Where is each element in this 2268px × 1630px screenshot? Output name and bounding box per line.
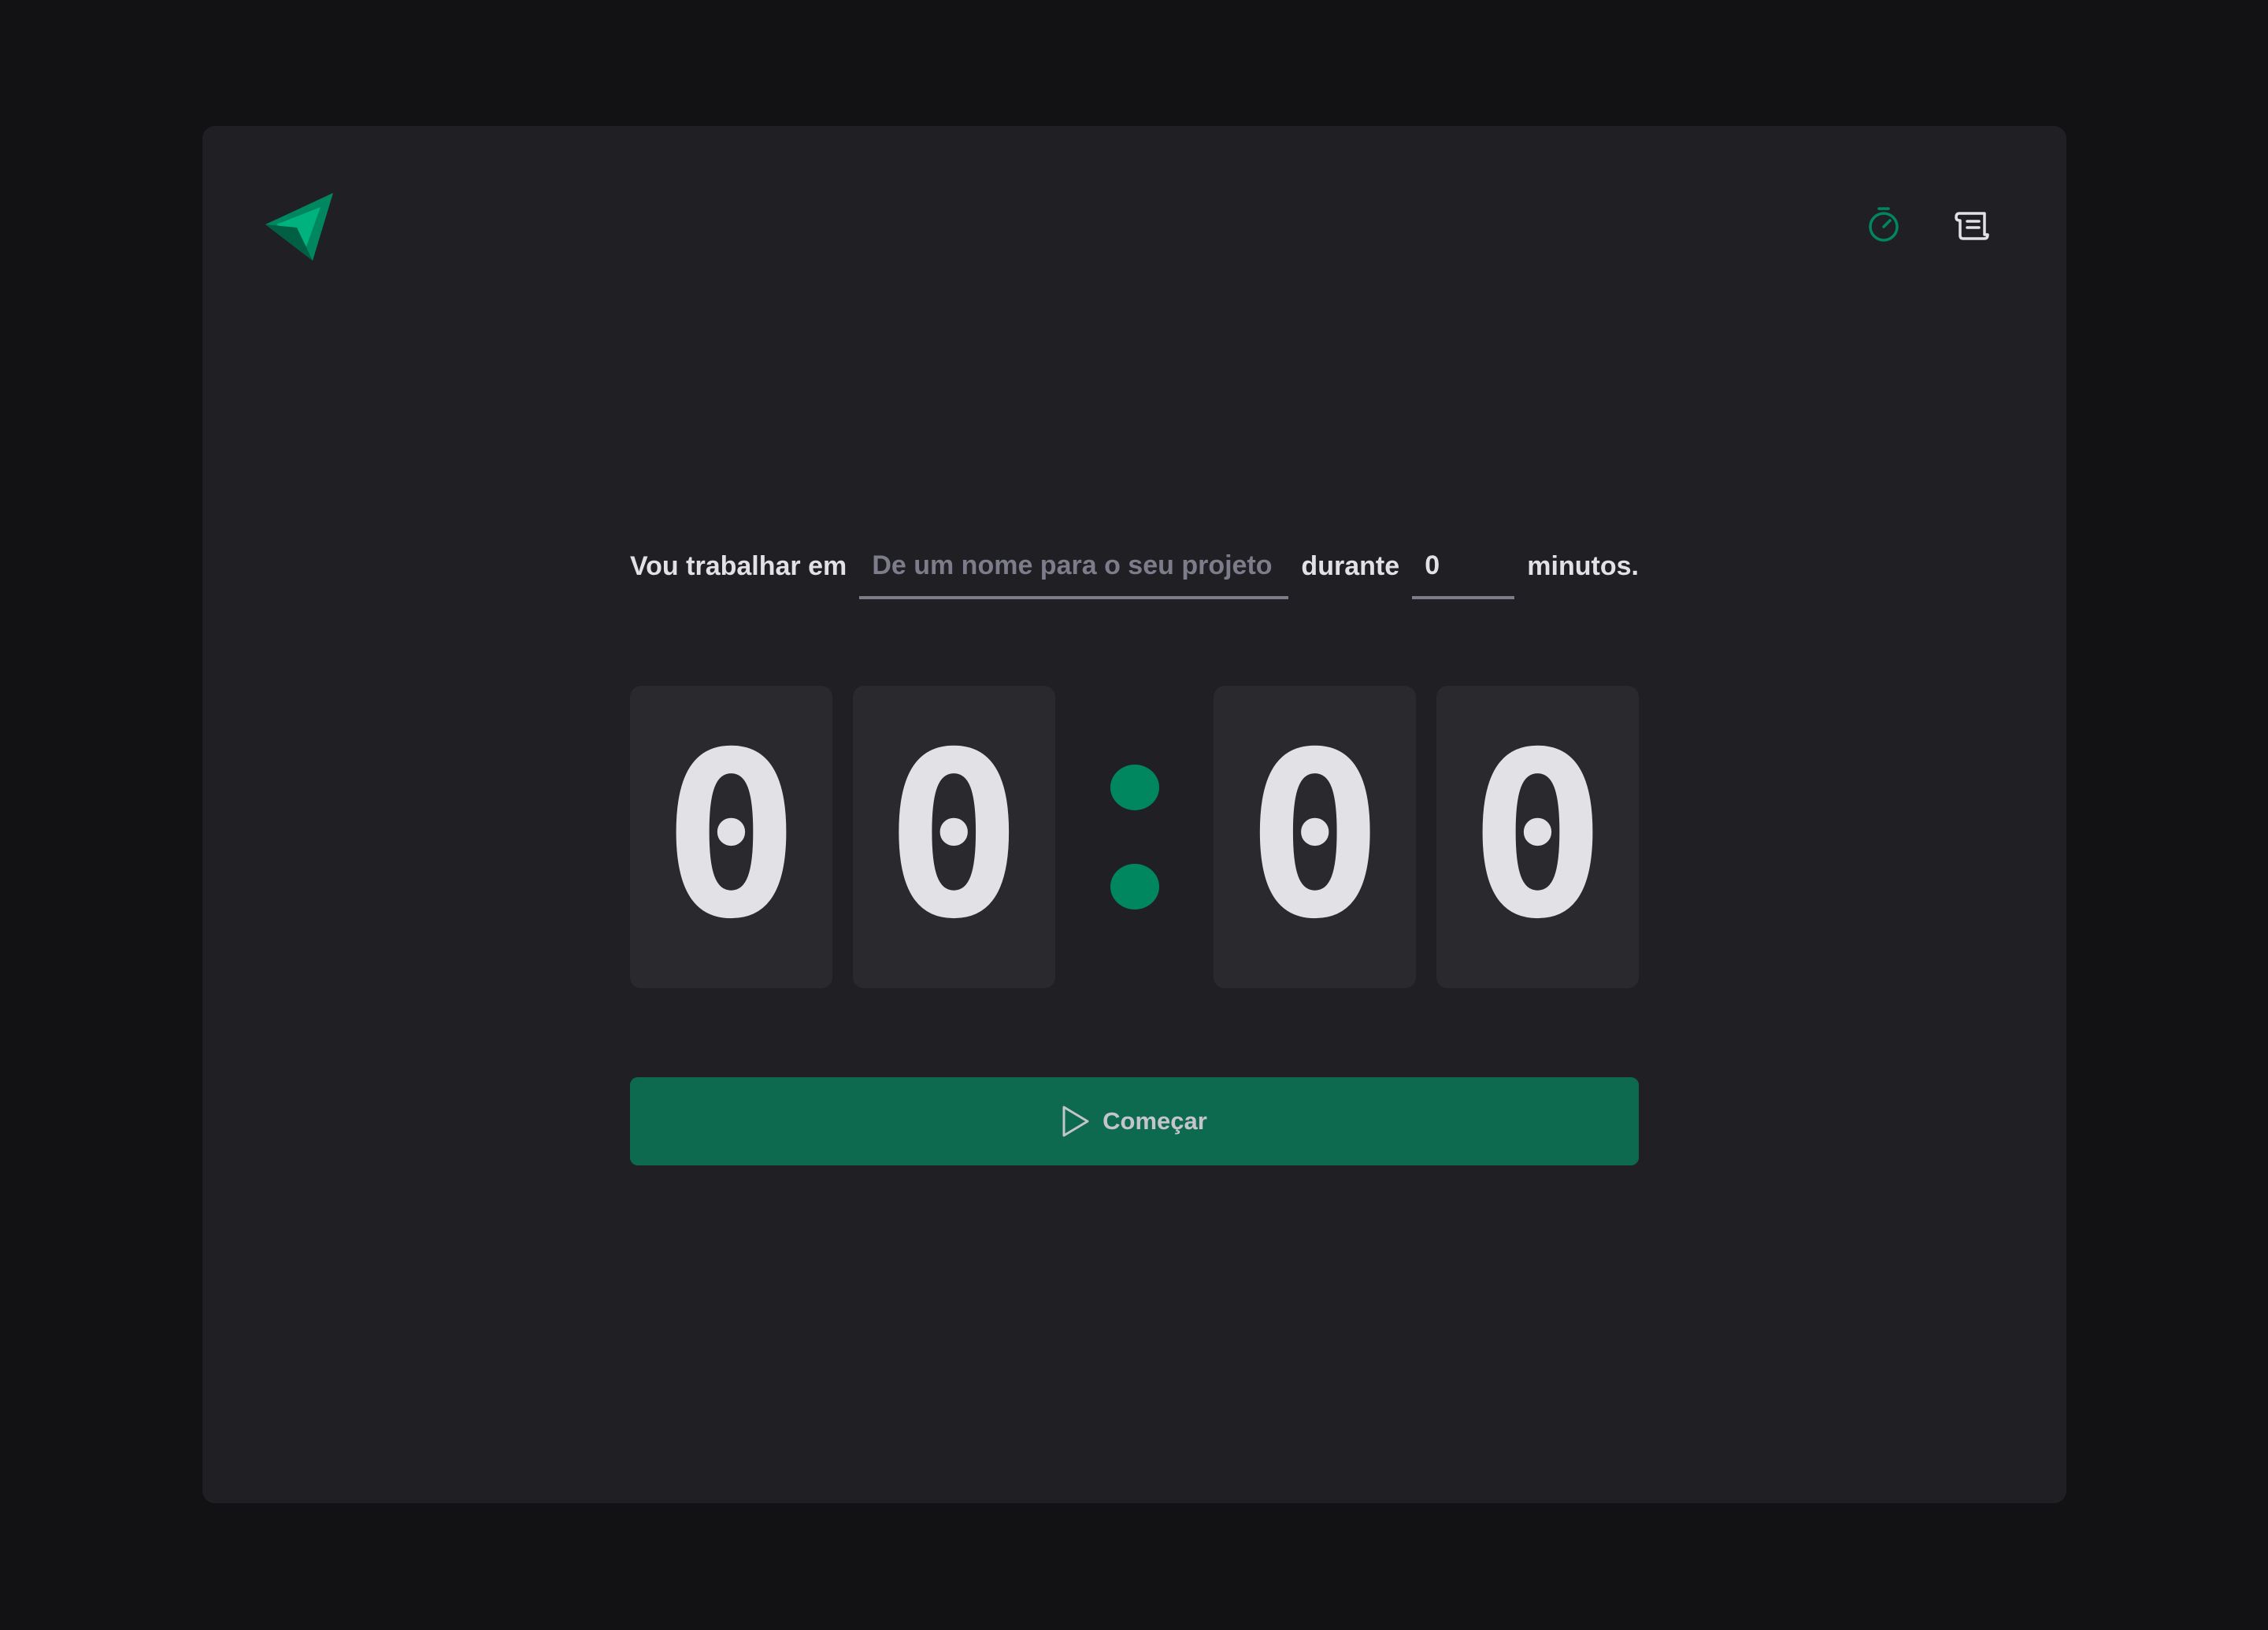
separator-dot-bottom: [1110, 864, 1159, 909]
main-content: Vou trabalhar em durante minutos. 0 0 0 …: [630, 532, 1639, 1165]
minutes-label: minutos.: [1527, 551, 1639, 581]
start-button-label: Começar: [1102, 1107, 1207, 1135]
timer-icon: [1869, 207, 1899, 242]
task-form: Vou trabalhar em durante minutos.: [630, 532, 1639, 599]
app-container: Vou trabalhar em durante minutos. 0 0 0 …: [202, 126, 2066, 1503]
nav-timer-link[interactable]: [1864, 205, 1903, 244]
task-label: Vou trabalhar em: [630, 551, 847, 581]
minutes-tens-digit: 0: [630, 686, 832, 988]
header-nav: [1864, 205, 1992, 244]
scroll-history-icon: [1955, 212, 1989, 240]
nav-history-link[interactable]: [1952, 205, 1992, 244]
seconds-ones-digit: 0: [1436, 686, 1639, 988]
seconds-tens-digit: 0: [1214, 686, 1417, 988]
ignite-triangle-logo-icon: [265, 193, 333, 261]
countdown-display: 0 0 0 0: [630, 686, 1639, 988]
minutes-input[interactable]: [1412, 535, 1515, 599]
countdown-separator: [1076, 686, 1194, 988]
duration-label: durante: [1301, 551, 1400, 581]
project-name-input[interactable]: [859, 535, 1289, 599]
minutes-ones-digit: 0: [852, 686, 1055, 988]
start-button[interactable]: Começar: [630, 1077, 1639, 1165]
separator-dot-top: [1110, 765, 1159, 810]
play-icon: [1062, 1106, 1089, 1137]
